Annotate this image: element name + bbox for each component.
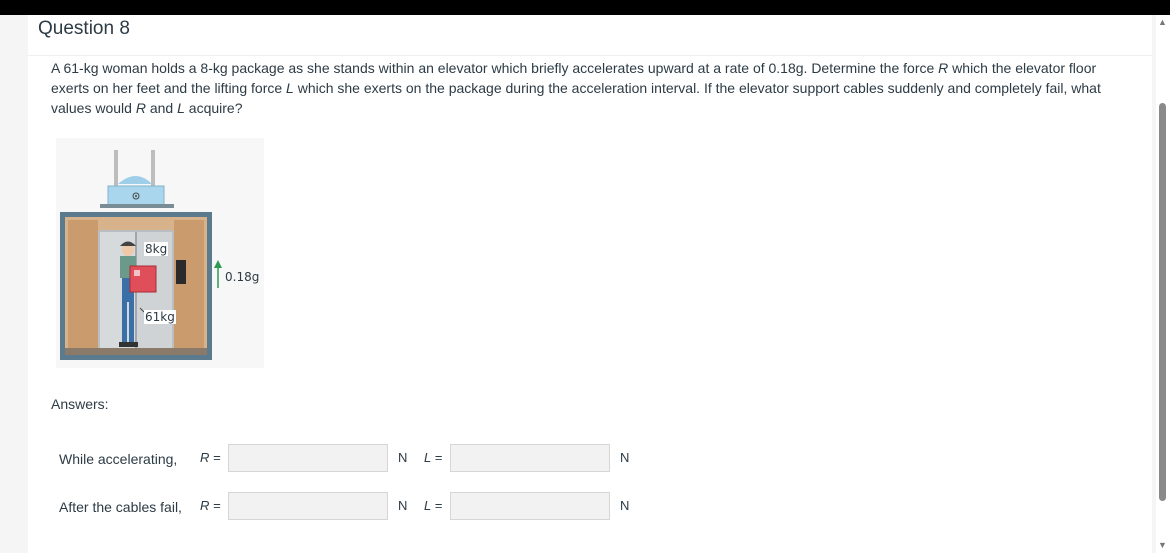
l-cables-fail-input[interactable]	[450, 492, 610, 520]
elevator-figure: 8kg 61kg 0.18g	[56, 138, 266, 368]
question-title: Question 8	[38, 18, 130, 39]
question-text: A 61-kg woman holds a 8-kg package as sh…	[51, 60, 1101, 116]
question-header	[28, 15, 1152, 56]
top-bar	[0, 0, 1170, 15]
scroll-down-icon[interactable]: ▼	[1158, 540, 1167, 550]
woman-mass-label: 61kg	[144, 310, 176, 324]
r-accelerating-input[interactable]	[228, 444, 388, 472]
l-accelerating-unit: N	[620, 450, 630, 465]
package-mass-label: 8kg	[144, 242, 169, 256]
r-cables-fail-input[interactable]	[228, 492, 388, 520]
r-label-accelerating: R =	[200, 450, 221, 465]
answers-label: Answers:	[51, 396, 109, 412]
l-cables-fail-unit: N	[620, 498, 630, 513]
while-accelerating-label: While accelerating,	[59, 451, 178, 467]
r-accelerating-unit: N	[398, 450, 408, 465]
l-label-accelerating: L =	[424, 450, 443, 465]
r-cables-fail-unit: N	[398, 498, 408, 513]
acceleration-label: 0.18g	[225, 270, 260, 284]
after-cables-fail-label: After the cables fail,	[59, 499, 182, 515]
l-label-cables-fail: L =	[424, 498, 443, 513]
scroll-up-icon[interactable]: ▲	[1158, 17, 1167, 27]
r-label-cables-fail: R =	[200, 498, 221, 513]
l-accelerating-input[interactable]	[450, 444, 610, 472]
scrollbar-thumb[interactable]	[1159, 103, 1166, 501]
